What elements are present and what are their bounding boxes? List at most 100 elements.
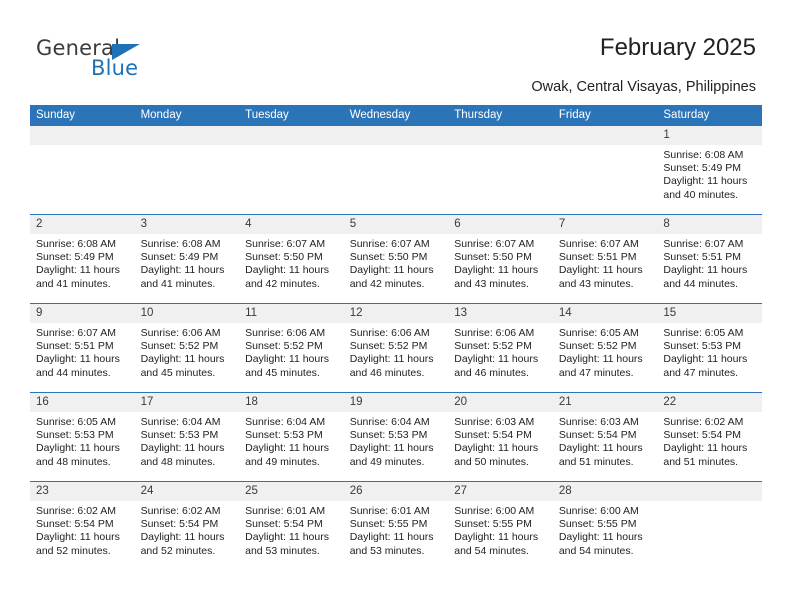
weekday-header-sunday: Sunday xyxy=(30,105,135,126)
calendar-cell-empty xyxy=(239,126,344,215)
day-details: Sunrise: 6:00 AM Sunset: 5:55 PM Daylight:… xyxy=(553,501,658,558)
day-detail-line: Sunrise: 6:08 AM xyxy=(663,149,744,161)
calendar-day-cell[interactable]: 25 Sunrise: 6:01 AM Sunset: 5:54 PM Dayligh… xyxy=(239,481,344,570)
day-detail-line: Daylight: 11 hours xyxy=(558,264,643,277)
day-number: 20 xyxy=(448,393,553,412)
calendar-day-cell[interactable]: 3 Sunrise: 6:08 AM Sunset: 5:49 PM Daylight… xyxy=(134,214,240,304)
day-detail-line: Sunset: 5:54 PM xyxy=(245,518,323,531)
calendar-day-cell[interactable]: 17 Sunrise: 6:04 AM Sunset: 5:53 PM Dayligh… xyxy=(134,392,240,482)
calendar-day-cell[interactable]: 2 Sunrise: 6:08 AM Sunset: 5:49 PM Daylight… xyxy=(30,214,135,304)
day-details: Sunrise: 6:06 AM Sunset: 5:52 PM Daylight:… xyxy=(239,323,344,380)
day-detail-line: Sunrise: 6:07 AM xyxy=(245,238,326,250)
calendar-day-cell[interactable]: 22 Sunrise: 6:02 AM Sunset: 5:54 PM Dayligh… xyxy=(657,392,762,482)
calendar-week-row: 23 Sunrise: 6:02 AM Sunset: 5:54 PM Dayligh… xyxy=(30,481,762,570)
day-detail-line: Sunset: 5:54 PM xyxy=(663,429,742,442)
calendar-grid: Sunday Monday Tuesday Wednesday Thursday Frid… xyxy=(30,105,762,570)
day-details: Sunrise: 6:07 AM Sunset: 5:51 PM Daylight:… xyxy=(553,234,658,291)
day-detail-line: Sunrise: 6:02 AM xyxy=(663,416,744,428)
calendar-week-row: 2 Sunrise: 6:08 AM Sunset: 5:49 PM Daylight… xyxy=(30,214,762,304)
calendar-week-row: 1 Sunrise: 6:08 AM Sunset: 5:49 PM Daylight… xyxy=(30,126,762,215)
weekday-header-saturday: Saturday xyxy=(657,105,762,126)
calendar-day-cell[interactable]: 4 Sunrise: 6:07 AM Sunset: 5:50 PM Daylight… xyxy=(239,214,344,304)
day-detail-line: and 44 minutes. xyxy=(36,366,111,379)
calendar-day-cell[interactable]: 12 Sunrise: 6:06 AM Sunset: 5:52 PM Dayligh… xyxy=(343,303,449,393)
day-number: 26 xyxy=(343,482,449,501)
day-detail-line: Sunrise: 6:03 AM xyxy=(454,416,535,428)
calendar-day-cell[interactable]: 6 Sunrise: 6:07 AM Sunset: 5:50 PM Daylight… xyxy=(448,214,553,304)
calendar-day-cell[interactable]: 24 Sunrise: 6:02 AM Sunset: 5:54 PM Dayligh… xyxy=(134,481,240,570)
day-details: Sunrise: 6:04 AM Sunset: 5:53 PM Daylight:… xyxy=(239,412,344,469)
day-number: 28 xyxy=(552,482,658,501)
day-detail-line: Daylight: 11 hours xyxy=(454,264,539,277)
calendar-day-cell[interactable]: 5 Sunrise: 6:07 AM Sunset: 5:50 PM Daylight… xyxy=(343,214,449,304)
weekday-header-row: Sunday Monday Tuesday Wednesday Thursday Frid… xyxy=(30,105,762,126)
calendar-day-cell[interactable]: 13 Sunrise: 6:06 AM Sunset: 5:52 PM Dayligh… xyxy=(448,303,553,393)
calendar-day-cell[interactable]: 8 Sunrise: 6:07 AM Sunset: 5:51 PM Daylight… xyxy=(657,214,762,304)
calendar-day-cell[interactable]: 26 Sunrise: 6:01 AM Sunset: 5:55 PM Dayligh… xyxy=(343,481,449,570)
day-number: 15 xyxy=(657,304,762,323)
calendar-cell-empty xyxy=(657,481,762,570)
day-number: 10 xyxy=(134,304,240,323)
day-detail-line: and 43 minutes. xyxy=(558,277,634,290)
day-detail-line: and 52 minutes. xyxy=(36,544,111,557)
day-detail-line: Sunset: 5:49 PM xyxy=(663,162,742,175)
day-detail-line: and 53 minutes. xyxy=(245,544,320,557)
day-detail-line: Sunrise: 6:04 AM xyxy=(245,416,326,428)
day-detail-line: and 50 minutes. xyxy=(454,455,529,468)
calendar-cell-empty xyxy=(343,126,449,215)
day-number: 21 xyxy=(552,393,658,412)
day-detail-line: Sunrise: 6:04 AM xyxy=(349,416,430,428)
calendar-day-cell[interactable]: 11 Sunrise: 6:06 AM Sunset: 5:52 PM Dayligh… xyxy=(239,303,344,393)
day-detail-line: Sunset: 5:52 PM xyxy=(349,340,428,353)
day-number: 23 xyxy=(30,482,135,501)
calendar-cell-empty xyxy=(30,126,135,215)
calendar-day-cell[interactable]: 19 Sunrise: 6:04 AM Sunset: 5:53 PM Dayligh… xyxy=(343,392,449,482)
day-detail-line: Sunrise: 6:07 AM xyxy=(558,238,639,250)
day-detail-line: Daylight: 11 hours xyxy=(663,264,748,277)
calendar-day-cell[interactable]: 7 Sunrise: 6:07 AM Sunset: 5:51 PM Daylight… xyxy=(552,214,658,304)
day-detail-line: Sunset: 5:52 PM xyxy=(245,340,323,353)
day-number: 12 xyxy=(343,304,449,323)
day-number: 7 xyxy=(552,215,658,234)
day-detail-line: Daylight: 11 hours xyxy=(558,531,643,544)
calendar-day-cell[interactable]: 15 Sunrise: 6:05 AM Sunset: 5:53 PM Dayligh… xyxy=(657,303,762,393)
page-header: General Blue February 2025 Owak, Central… xyxy=(0,0,792,100)
day-detail-line: and 46 minutes. xyxy=(349,366,425,379)
weekday-header-wednesday: Wednesday xyxy=(343,105,449,126)
calendar-day-cell[interactable]: 9 Sunrise: 6:07 AM Sunset: 5:51 PM Daylight… xyxy=(30,303,135,393)
day-detail-line: Sunset: 5:50 PM xyxy=(454,251,532,264)
calendar-day-cell[interactable]: 28 Sunrise: 6:00 AM Sunset: 5:55 PM Dayligh… xyxy=(552,481,658,570)
day-number: 4 xyxy=(239,215,344,234)
calendar-day-cell[interactable]: 14 Sunrise: 6:05 AM Sunset: 5:52 PM Dayligh… xyxy=(552,303,658,393)
general-blue-logo[interactable]: General Blue xyxy=(36,36,236,82)
day-detail-line: Sunrise: 6:01 AM xyxy=(245,505,326,517)
calendar-day-cell[interactable]: 21 Sunrise: 6:03 AM Sunset: 5:54 PM Dayligh… xyxy=(552,392,658,482)
day-detail-line: Daylight: 11 hours xyxy=(36,264,120,277)
day-detail-line: and 49 minutes. xyxy=(349,455,425,468)
day-number: 6 xyxy=(448,215,553,234)
day-detail-line: Daylight: 11 hours xyxy=(663,442,748,455)
day-detail-line: and 44 minutes. xyxy=(663,277,739,290)
day-details: Sunrise: 6:01 AM Sunset: 5:55 PM Daylight:… xyxy=(344,501,449,558)
day-details xyxy=(135,145,240,149)
day-detail-line: Daylight: 11 hours xyxy=(349,531,434,544)
day-details: Sunrise: 6:07 AM Sunset: 5:50 PM Daylight:… xyxy=(448,234,553,291)
weekday-header-monday: Monday xyxy=(134,105,240,126)
calendar-day-cell[interactable]: 1 Sunrise: 6:08 AM Sunset: 5:49 PM Daylight… xyxy=(657,126,762,215)
day-detail-line: Sunrise: 6:00 AM xyxy=(558,505,639,517)
day-number: 25 xyxy=(239,482,344,501)
calendar-day-cell[interactable]: 20 Sunrise: 6:03 AM Sunset: 5:54 PM Dayligh… xyxy=(448,392,553,482)
day-detail-line: and 51 minutes. xyxy=(663,455,739,468)
day-detail-line: Daylight: 11 hours xyxy=(454,531,539,544)
calendar-day-cell[interactable]: 18 Sunrise: 6:04 AM Sunset: 5:53 PM Dayligh… xyxy=(239,392,344,482)
calendar-day-cell[interactable]: 23 Sunrise: 6:02 AM Sunset: 5:54 PM Dayligh… xyxy=(30,481,135,570)
day-detail-line: Daylight: 11 hours xyxy=(245,531,329,544)
calendar-day-cell[interactable]: 27 Sunrise: 6:00 AM Sunset: 5:55 PM Dayligh… xyxy=(448,481,553,570)
day-details: Sunrise: 6:06 AM Sunset: 5:52 PM Daylight:… xyxy=(344,323,449,380)
day-detail-line: and 54 minutes. xyxy=(454,544,529,557)
day-details: Sunrise: 6:08 AM Sunset: 5:49 PM Daylight:… xyxy=(657,145,762,202)
day-detail-line: Sunset: 5:51 PM xyxy=(36,340,114,353)
calendar-day-cell[interactable]: 10 Sunrise: 6:06 AM Sunset: 5:52 PM Dayligh… xyxy=(134,303,240,393)
day-detail-line: Sunrise: 6:06 AM xyxy=(140,327,221,339)
calendar-day-cell[interactable]: 16 Sunrise: 6:05 AM Sunset: 5:53 PM Dayligh… xyxy=(30,392,135,482)
